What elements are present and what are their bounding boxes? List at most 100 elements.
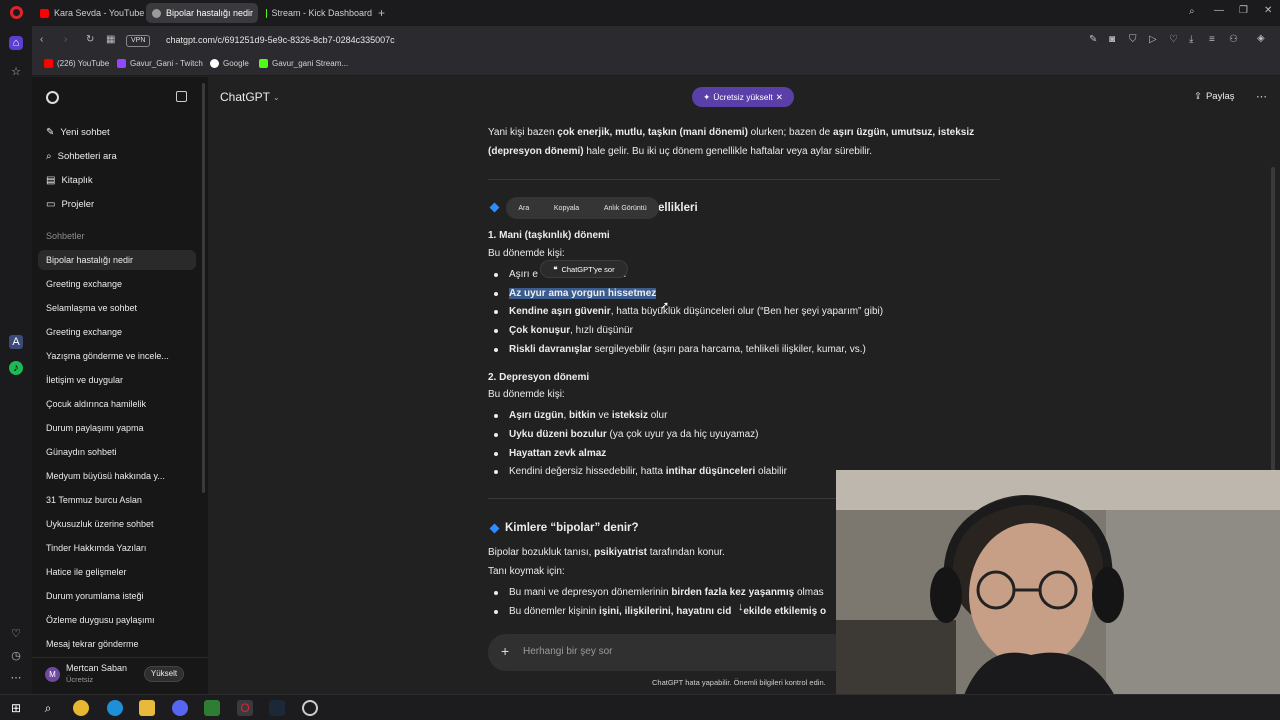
profile-icon[interactable]: ⚇: [1229, 34, 1238, 45]
model-selector[interactable]: ChatGPT ⌄: [220, 90, 280, 104]
url-field[interactable]: chatgpt.com/c/691251d9-5e9c-8326-8cb7-02…: [166, 35, 395, 45]
history-icon[interactable]: ◷: [9, 648, 23, 662]
chat-item[interactable]: Çocuk aldırınca hamilelik: [46, 399, 146, 409]
chat-item[interactable]: İletişim ve duygular: [46, 375, 123, 385]
chat-item[interactable]: Selamlaşma ve sohbet: [46, 303, 137, 313]
play-icon[interactable]: ▷: [1149, 34, 1157, 45]
search-icon[interactable]: ⌕: [40, 700, 56, 716]
file-explorer-icon[interactable]: [139, 700, 155, 716]
message-input[interactable]: Herhangi bir şey sor: [523, 646, 612, 657]
spotify-icon[interactable]: ♪: [9, 361, 23, 375]
search-selection-button[interactable]: Ara: [518, 205, 529, 212]
twitch-icon: [117, 59, 126, 68]
snapshot-button[interactable]: Anlık Görüntü: [604, 205, 647, 212]
heart-icon[interactable]: ♡: [1169, 34, 1178, 45]
bookmark-twitch[interactable]: Gavur_Gani - Twitch: [117, 59, 203, 68]
download-icon[interactable]: ⤓: [1189, 34, 1193, 45]
vpn-badge[interactable]: VPN: [126, 35, 151, 47]
upgrade-pill[interactable]: ✦ Ücretsiz yükselt ✕: [692, 87, 794, 107]
more-options-icon[interactable]: ⋯: [1256, 90, 1267, 103]
reload-icon[interactable]: ↻: [86, 34, 94, 45]
chat-item[interactable]: Bipolar hastalığı nedir: [46, 255, 133, 265]
back-icon[interactable]: ‹: [40, 34, 43, 45]
ask-chatgpt-popup[interactable]: ❝ ChatGPT'ye sor: [540, 260, 628, 278]
mani-intro: Bu dönemde kişi:: [488, 248, 565, 259]
edge-icon[interactable]: [107, 700, 123, 716]
sidebar-toggle-icon[interactable]: [176, 91, 187, 102]
aria-icon[interactable]: ◈: [1257, 33, 1265, 44]
chat-item[interactable]: Tinder Hakkımda Yazıları: [46, 543, 146, 553]
sidebar-scrollbar[interactable]: [202, 83, 205, 493]
minimize-icon[interactable]: —: [1214, 5, 1224, 16]
chat-item[interactable]: Greeting exchange: [46, 279, 122, 289]
dep-intro: Bu dönemde kişi:: [488, 389, 565, 400]
star-icon[interactable]: ☆: [9, 64, 23, 78]
chat-item[interactable]: Yazışma gönderme ve incele...: [46, 351, 169, 361]
sidebar-item-projects[interactable]: ▭ Projeler: [46, 199, 94, 210]
bookmark-kick[interactable]: Gavur_gani Stream...: [259, 59, 348, 68]
copy-button[interactable]: Kopyala: [554, 205, 579, 212]
opera-logo-icon[interactable]: [10, 6, 23, 19]
chat-item[interactable]: Greeting exchange: [46, 327, 122, 337]
forward-icon[interactable]: ›: [64, 34, 67, 45]
diag-line-2: Tanı koymak için:: [488, 566, 565, 577]
search-tabs-icon[interactable]: ⌕: [1189, 6, 1195, 17]
close-icon[interactable]: ✕: [776, 92, 783, 103]
search-icon: ⌕: [46, 151, 52, 162]
sidebar-item-search[interactable]: ⌕ Sohbetleri ara: [46, 151, 117, 162]
windows-start-icon[interactable]: ⊞: [8, 700, 24, 716]
share-icon: ⇪: [1194, 91, 1202, 102]
shield-icon[interactable]: ⛉: [1129, 34, 1137, 45]
plus-icon[interactable]: +: [501, 643, 509, 659]
mani-bullet-5: Riskli davranışlar sergileyebilir (aşırı…: [509, 344, 866, 355]
steam-icon[interactable]: [269, 700, 285, 716]
chat-item[interactable]: Medyum büyüsü hakkında y...: [46, 471, 165, 481]
bookmark-youtube[interactable]: (226) YouTube: [44, 59, 109, 68]
bullet: [494, 414, 498, 418]
chat-item[interactable]: 31 Temmuz burcu Aslan: [46, 495, 142, 505]
chat-item[interactable]: Durum paylaşımı yapma: [46, 423, 144, 433]
obs-icon[interactable]: [302, 700, 318, 716]
bookmark-google[interactable]: Google: [210, 59, 249, 68]
scroll-down-arrow-icon[interactable]: ↓: [738, 601, 744, 613]
close-window-icon[interactable]: ✕: [1264, 5, 1272, 16]
aria-ai-icon[interactable]: A: [9, 335, 23, 349]
more-icon[interactable]: ⋯: [9, 670, 23, 684]
app-icon[interactable]: [204, 700, 220, 716]
menu-icon[interactable]: ≡: [1209, 34, 1215, 45]
chat-item[interactable]: Uykusuzluk üzerine sohbet: [46, 519, 154, 529]
tab-label: Bipolar hastalığı nedir: [166, 8, 254, 18]
camera-icon[interactable]: ◙: [1109, 34, 1115, 45]
chrome-icon[interactable]: [73, 700, 89, 716]
home-icon[interactable]: ⌂: [9, 36, 23, 50]
upgrade-button[interactable]: Yükselt: [144, 666, 184, 682]
tab-kick[interactable]: Stream - Kick Dashboard: [260, 3, 372, 23]
maximize-icon[interactable]: ❐: [1239, 5, 1248, 16]
sidebar-item-new-chat[interactable]: ✎ Yeni sohbet: [46, 127, 110, 138]
google-icon: [210, 59, 219, 68]
share-button[interactable]: ⇪ Paylaş: [1194, 91, 1234, 102]
mani-bullet-2-selected: Az uyur ama yorgun hissetmez: [509, 288, 657, 299]
ask-popup-label: ChatGPT'ye sor: [561, 264, 615, 274]
chat-item[interactable]: Durum yorumlama isteği: [46, 591, 144, 601]
openai-logo-icon[interactable]: [46, 91, 59, 104]
edit-icon: ✎: [46, 127, 55, 138]
sidebar-item-library[interactable]: ▤ Kitaplık: [46, 175, 93, 186]
opera-icon[interactable]: O: [237, 700, 253, 716]
chat-item[interactable]: Özleme duygusu paylaşımı: [46, 615, 155, 625]
new-tab-icon[interactable]: +: [378, 6, 385, 20]
discord-icon[interactable]: [172, 700, 188, 716]
edit-icon[interactable]: ✎: [1089, 34, 1097, 45]
chat-item[interactable]: Günaydın sohbeti: [46, 447, 117, 457]
chat-item[interactable]: Mesaj tekrar gönderme: [46, 639, 139, 649]
diag-bullet-1: Bu mani ve depresyon dönemlerinin birden…: [509, 587, 824, 598]
user-footer[interactable]: M Mertcan Saban Ücretsiz Yükselt: [32, 657, 208, 694]
chat-item[interactable]: Hatice ile gelişmeler: [46, 567, 127, 577]
tab-grid-icon[interactable]: ▦: [106, 34, 115, 45]
tab-youtube[interactable]: Kara Sevda - YouTube: [34, 3, 146, 23]
bullet: [494, 591, 498, 595]
section1-heading: ellikleri: [658, 202, 698, 214]
quote-icon: ❝: [553, 264, 558, 274]
tab-chatgpt[interactable]: Bipolar hastalığı nedir: [146, 3, 258, 23]
heart-icon[interactable]: ♡: [9, 626, 23, 640]
